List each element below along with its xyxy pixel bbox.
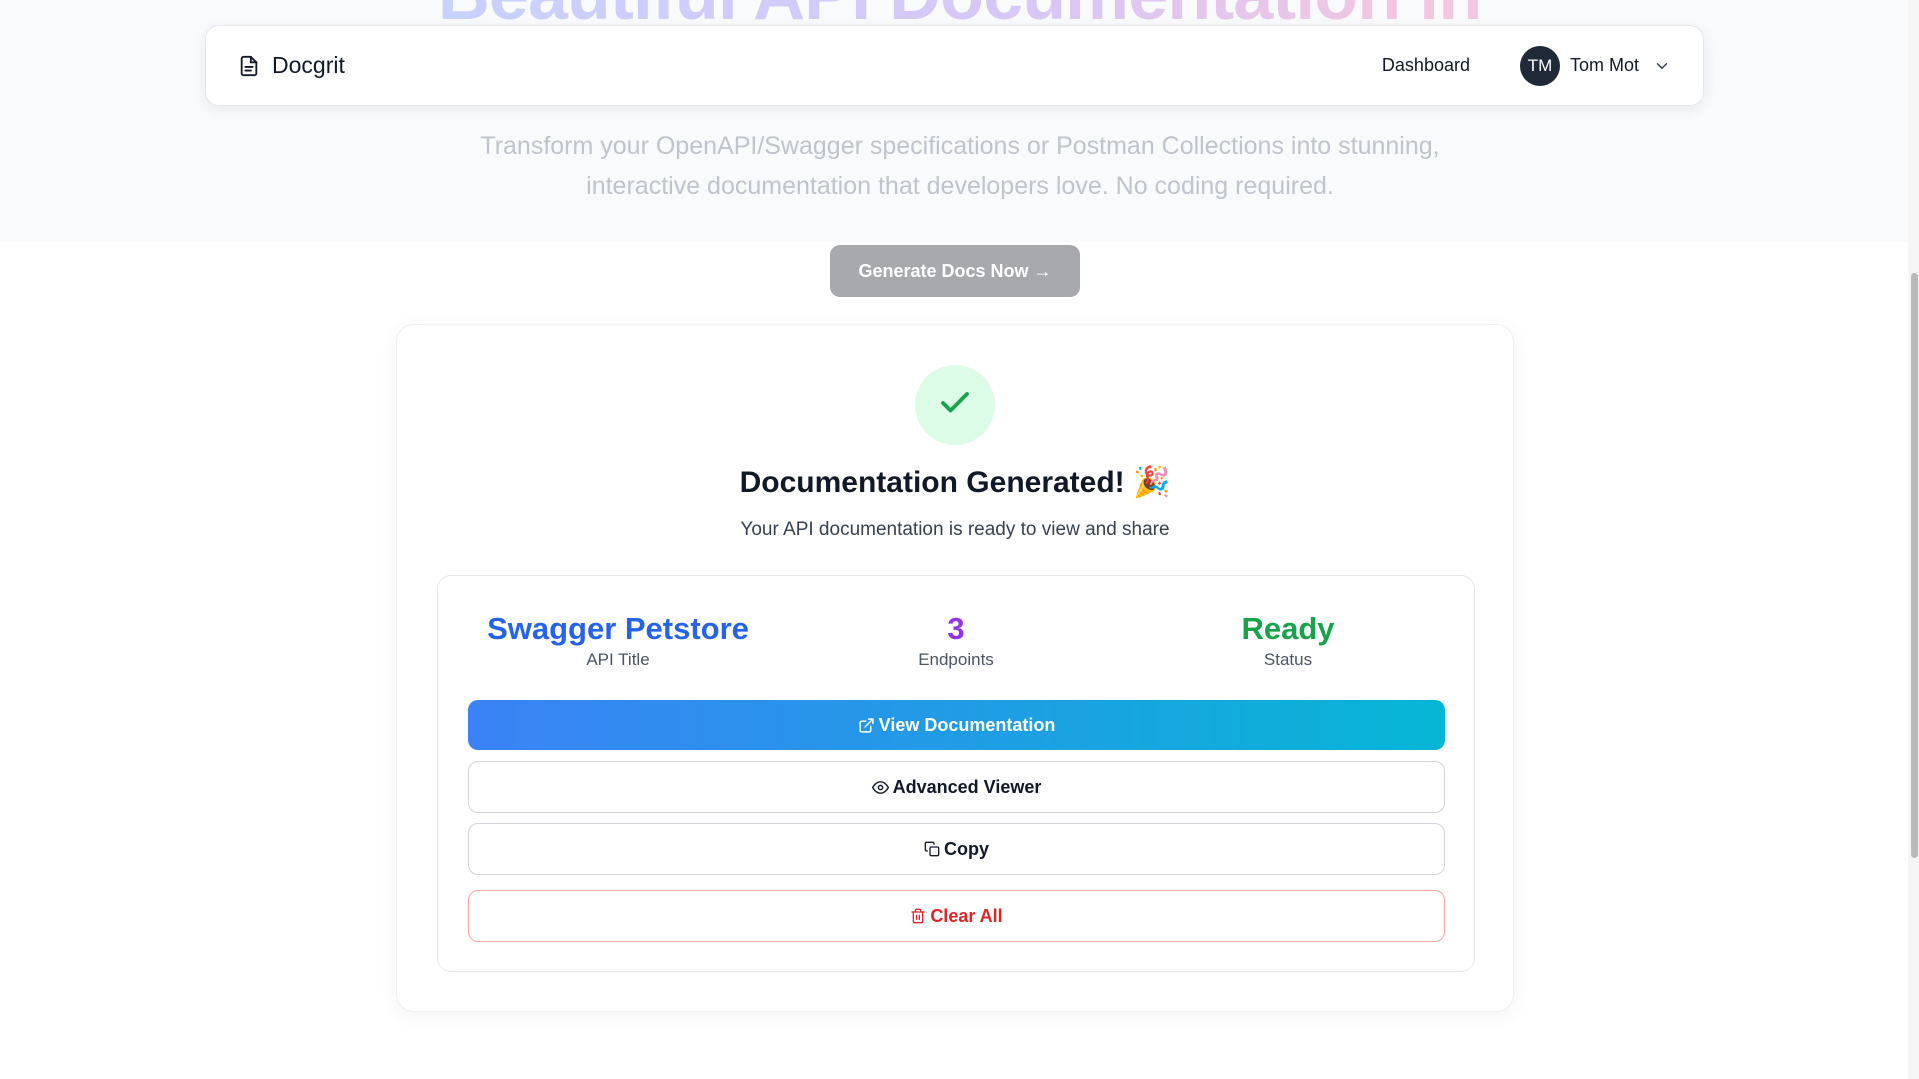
eye-icon [871,779,889,796]
stat-value: Swagger Petstore [487,611,749,646]
clear-all-button[interactable]: Clear All [468,890,1445,942]
chevron-down-icon [1653,57,1671,75]
generate-docs-button[interactable]: Generate Docs Now → [830,245,1080,297]
copy-button[interactable]: Copy [468,823,1445,875]
avatar: TM [1519,45,1560,86]
result-subtitle: Your API documentation is ready to view … [740,519,1170,540]
hero-subtitle: Transform your OpenAPI/Swagger specifica… [480,132,1440,200]
result-card: Documentation Generated! 🎉 Your API docu… [396,324,1514,1012]
advanced-viewer-label: Advanced Viewer [892,776,1042,797]
navbar: Docgrit Dashboard TM Tom Mot [205,25,1704,106]
view-documentation-button[interactable]: View Documentation [468,700,1445,750]
clear-all-label: Clear All [930,905,1003,926]
stat-api-title: Swagger Petstore API Title [448,610,788,670]
stat-value: Ready [1241,611,1335,646]
user-menu[interactable]: TM Tom Mot [1519,45,1671,86]
user-name: Tom Mot [1569,55,1639,75]
external-link-icon [858,717,875,734]
brand-name: Docgrit [272,52,345,78]
scrollbar-thumb[interactable] [1911,273,1918,858]
view-documentation-label: View Documentation [878,714,1056,735]
stat-status: Ready Status [1118,610,1458,670]
stat-endpoints: 3 Endpoints [786,610,1126,670]
dashboard-link[interactable]: Dashboard [1382,55,1470,76]
advanced-viewer-button[interactable]: Advanced Viewer [468,761,1445,813]
file-text-icon [238,55,260,77]
success-badge [915,365,995,445]
stat-label: API Title [586,650,650,669]
brand-link[interactable]: Docgrit [238,52,345,79]
page: Beautiful API Documentation in Transform… [0,0,1919,1079]
stat-label: Status [1263,650,1313,669]
trash-icon [910,908,926,924]
check-icon [937,385,973,426]
stats-panel: Swagger Petstore API Title 3 Endpoints R… [437,575,1475,972]
copy-icon [924,841,940,857]
copy-label: Copy [944,838,989,859]
stat-value: 3 [947,611,965,646]
stat-label: Endpoints [918,650,994,669]
result-title: Documentation Generated! 🎉 [739,466,1171,499]
